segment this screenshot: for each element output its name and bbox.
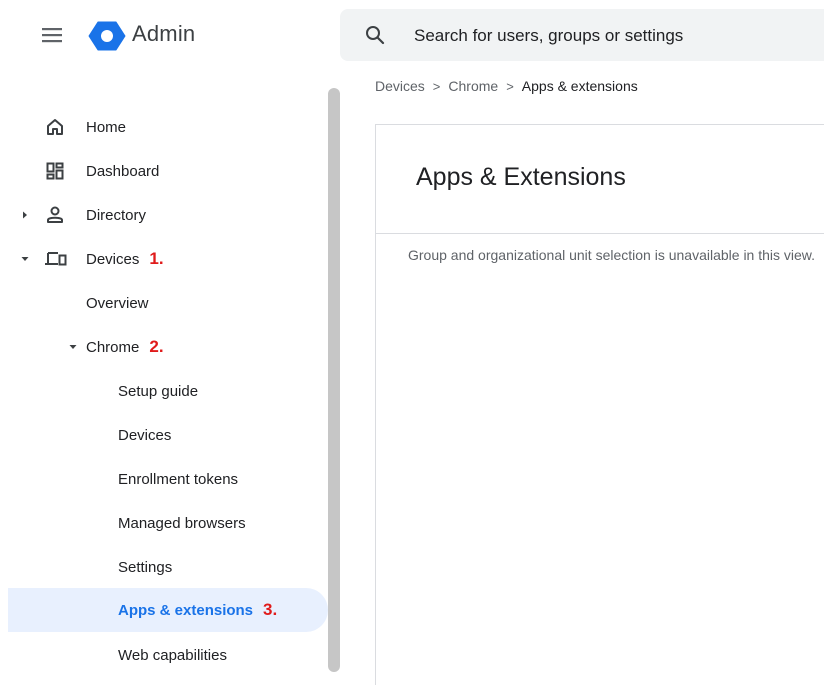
sidebar-item-dashboard[interactable]: Dashboard bbox=[0, 154, 320, 188]
sidebar-item-label: Overview bbox=[86, 294, 149, 312]
page-title: Apps & Extensions bbox=[416, 163, 626, 191]
breadcrumb-devices[interactable]: Devices bbox=[375, 78, 425, 94]
breadcrumb-chrome[interactable]: Chrome bbox=[448, 78, 498, 94]
breadcrumb-current: Apps & extensions bbox=[521, 78, 638, 94]
sidebar-item-label: Dashboard bbox=[86, 162, 160, 180]
step-marker: 2. bbox=[149, 337, 164, 356]
sidebar-item-overview[interactable]: Overview bbox=[0, 286, 320, 320]
sidebar-item-label: Devices bbox=[118, 426, 172, 444]
step-marker: 3. bbox=[263, 600, 278, 619]
sidebar-item-web-capabilities[interactable]: Web capabilities bbox=[0, 638, 320, 672]
caret-down-icon[interactable] bbox=[18, 252, 32, 266]
sidebar-item-setup-guide[interactable]: Setup guide bbox=[0, 374, 320, 408]
sidebar-item-label: Settings bbox=[118, 558, 173, 576]
sidebar-item-label: Chrome bbox=[86, 338, 140, 356]
main-menu-button[interactable] bbox=[40, 24, 66, 46]
sidebar-scrollbar[interactable] bbox=[328, 88, 340, 672]
caret-down-icon[interactable] bbox=[66, 340, 80, 354]
admin-logo[interactable] bbox=[88, 21, 126, 51]
search-input[interactable] bbox=[412, 23, 824, 49]
sidebar-item-chrome-devices[interactable]: Devices bbox=[0, 418, 320, 452]
sidebar-item-label: Apps & extensions bbox=[118, 601, 254, 619]
hamburger-menu-icon bbox=[42, 28, 62, 43]
divider bbox=[376, 233, 824, 234]
sidebar-item-directory[interactable]: Directory bbox=[0, 198, 320, 232]
sidebar-item-apps-extensions[interactable]: Apps & extensions 3. bbox=[0, 593, 320, 627]
sidebar-item-label: Web capabilities bbox=[118, 646, 227, 664]
sidebar-item-label: Setup guide bbox=[118, 382, 199, 400]
devices-icon bbox=[44, 248, 68, 270]
sidebar-item-devices[interactable]: Devices 1. bbox=[0, 242, 320, 276]
search-icon[interactable] bbox=[364, 24, 386, 46]
sidebar-item-chrome[interactable]: Chrome 2. bbox=[0, 330, 320, 364]
breadcrumb-separator: > bbox=[432, 78, 441, 94]
step-marker: 1. bbox=[149, 249, 164, 268]
sidebar-item-label: Managed browsers bbox=[118, 514, 246, 532]
sidebar-item-label: Enrollment tokens bbox=[118, 470, 239, 488]
home-icon bbox=[44, 116, 66, 138]
sidebar-item-settings[interactable]: Settings bbox=[0, 550, 320, 584]
info-message: Group and organizational unit selection … bbox=[408, 247, 816, 263]
sidebar-item-label: Devices bbox=[86, 250, 140, 268]
sidebar-item-managed-browsers[interactable]: Managed browsers bbox=[0, 506, 320, 540]
breadcrumb: Devices > Chrome > Apps & extensions bbox=[375, 78, 638, 94]
content-card: Apps & Extensions Group and organization… bbox=[375, 124, 824, 685]
sidebar-item-label: Directory bbox=[86, 206, 147, 224]
search-bar[interactable] bbox=[340, 9, 824, 61]
sidebar-item-label: Home bbox=[86, 118, 127, 136]
google-admin-hexagon-logo bbox=[88, 21, 126, 51]
sidebar-item-home[interactable]: Home bbox=[0, 110, 320, 144]
breadcrumb-separator: > bbox=[506, 78, 514, 94]
sidebar-item-enrollment-tokens[interactable]: Enrollment tokens bbox=[0, 462, 320, 496]
caret-right-icon[interactable] bbox=[18, 208, 32, 222]
app-title[interactable]: Admin bbox=[132, 21, 195, 47]
person-icon bbox=[44, 204, 66, 226]
dashboard-icon bbox=[44, 160, 66, 182]
